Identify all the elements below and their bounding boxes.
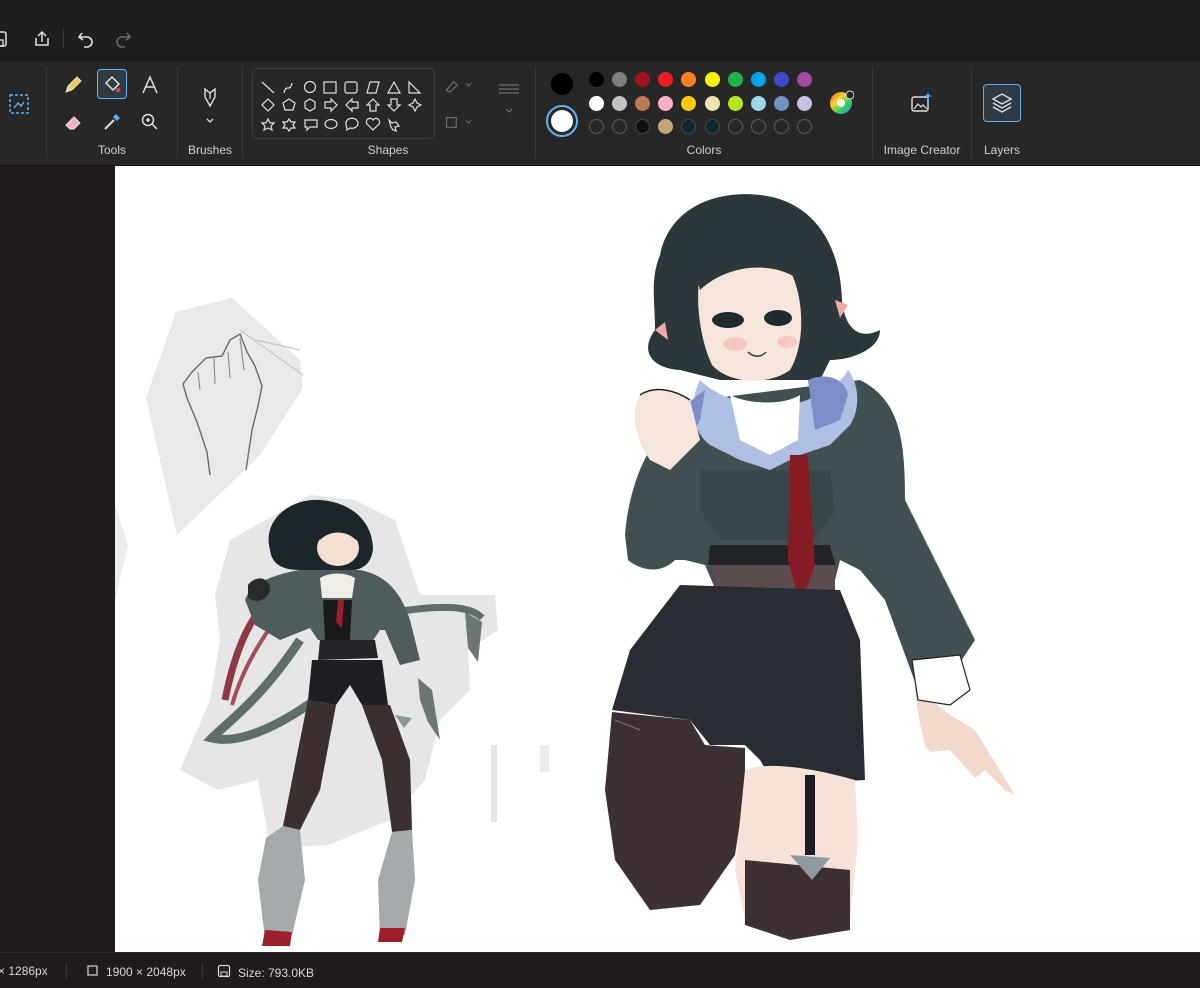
color-swatch[interactable]	[773, 96, 789, 111]
canvas-size-text: 1900 × 2048px	[106, 965, 186, 979]
color-swatch[interactable]	[727, 96, 743, 111]
color-swatch[interactable]	[589, 96, 604, 111]
color-swatch[interactable]	[681, 96, 697, 111]
color-swatch[interactable]	[773, 72, 789, 87]
color-swatch[interactable]	[635, 119, 651, 134]
primary-color[interactable]	[551, 73, 573, 95]
status-bar: × 1286px 1900 × 2048px Size: 793.0KB	[0, 952, 1200, 988]
color-swatch[interactable]	[750, 119, 766, 134]
drawing-canvas[interactable]	[115, 166, 1200, 952]
fill-icon[interactable]	[97, 69, 127, 99]
file-size-text: Size: 793.0KB	[238, 965, 315, 980]
layers-icon[interactable]	[983, 84, 1021, 122]
color-swatch[interactable]	[796, 96, 812, 111]
color-swatch[interactable]	[727, 72, 743, 87]
color-swatch[interactable]	[635, 96, 651, 111]
color-swatch[interactable]	[796, 72, 812, 87]
title-bar	[0, 0, 1200, 62]
brushes-label: Brushes	[187, 143, 233, 157]
image-creator-icon[interactable]	[906, 88, 936, 118]
color-swatch[interactable]	[773, 119, 789, 134]
color-swatch[interactable]	[612, 119, 628, 134]
text-icon[interactable]	[135, 70, 165, 100]
color-swatch[interactable]	[727, 119, 743, 134]
color-swatch[interactable]	[612, 96, 628, 111]
shapes-gallery	[252, 68, 435, 139]
save-size-icon	[217, 964, 231, 981]
cursor-position-text: × 1286px	[0, 964, 48, 978]
workspace-margin	[0, 166, 115, 952]
magnifier-icon[interactable]	[135, 107, 165, 137]
large-character-sketch	[605, 194, 1015, 940]
undo-icon[interactable]	[73, 26, 99, 52]
color-swatch[interactable]	[658, 96, 674, 111]
color-swatch[interactable]	[750, 72, 766, 87]
colors-label: Colors	[686, 143, 722, 157]
color-swatch[interactable]	[681, 72, 697, 87]
color-swatch[interactable]	[635, 72, 651, 87]
cursor-position: × 1286px	[0, 964, 48, 978]
line-width-icon[interactable]	[494, 82, 524, 113]
color-swatch[interactable]	[658, 72, 674, 87]
color-swatch[interactable]	[589, 72, 604, 87]
share-icon[interactable]	[29, 26, 55, 52]
color-picker-icon[interactable]	[97, 107, 127, 137]
outline-icon[interactable]	[443, 70, 473, 100]
color-swatch[interactable]	[681, 119, 697, 134]
ribbon: Tools Brushes Shapes Colors Image Creato…	[0, 62, 1200, 166]
color-swatch[interactable]	[658, 119, 674, 134]
pencil-icon[interactable]	[58, 70, 88, 100]
file-size: Size: 793.0KB	[217, 964, 314, 981]
eraser-icon[interactable]	[58, 107, 88, 137]
layers-label: Layers	[983, 143, 1021, 157]
color-swatch[interactable]	[704, 72, 720, 87]
color-swatch[interactable]	[796, 119, 812, 134]
color-swatch[interactable]	[612, 72, 628, 87]
color-swatch[interactable]	[704, 96, 720, 111]
tools-label: Tools	[97, 143, 126, 157]
color-swatch[interactable]	[750, 96, 766, 111]
canvas-size: 1900 × 2048px	[86, 964, 186, 980]
redo-icon[interactable]	[110, 26, 136, 52]
secondary-color[interactable]	[546, 105, 578, 137]
image-creator-label: Image Creator	[883, 143, 961, 157]
shape-fill-icon[interactable]	[443, 107, 473, 137]
color-swatch[interactable]	[589, 119, 604, 134]
hand-sketch-reference	[146, 298, 304, 535]
save-icon[interactable]	[0, 26, 12, 52]
chevron-down-icon[interactable]	[195, 106, 225, 136]
select-icon[interactable]	[4, 89, 34, 119]
shapes-label: Shapes	[367, 143, 409, 157]
color-swatch[interactable]	[704, 119, 720, 134]
edit-colors-icon[interactable]	[826, 88, 856, 118]
canvas-size-icon	[86, 964, 99, 980]
